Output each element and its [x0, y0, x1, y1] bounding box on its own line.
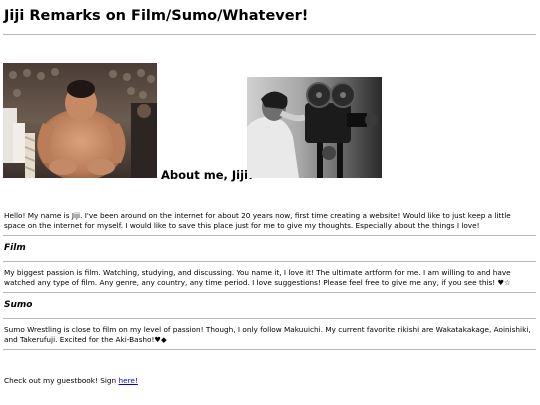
sumo-heading: Sumo — [4, 300, 33, 310]
guestbook-link[interactable]: here! — [118, 376, 137, 385]
page-title: Jiji Remarks on Film/Sumo/Whatever! — [4, 8, 309, 24]
sumo-text: Sumo Wrestling is close to film on my le… — [4, 325, 531, 344]
about-heading: About me, Jiji! — [161, 168, 254, 182]
filmmaker-photo — [247, 77, 382, 178]
film-heading-divider — [3, 261, 536, 262]
about-intro-text: Hello! My name is Jiji. I've been around… — [4, 211, 511, 230]
guestbook-text: Check out my guestbook! Sign — [4, 376, 119, 385]
sumo-heading-divider — [3, 318, 536, 319]
about-divider — [3, 235, 536, 236]
guestbook-line: Check out my guestbook! Sign here! — [4, 376, 138, 385]
film-divider — [3, 292, 536, 293]
film-text: My biggest passion is film. Watching, st… — [4, 268, 511, 287]
sumo-divider — [3, 349, 536, 350]
title-divider — [3, 34, 536, 35]
film-heading: Film — [4, 243, 26, 253]
sumo-wrestler-photo — [3, 63, 157, 178]
